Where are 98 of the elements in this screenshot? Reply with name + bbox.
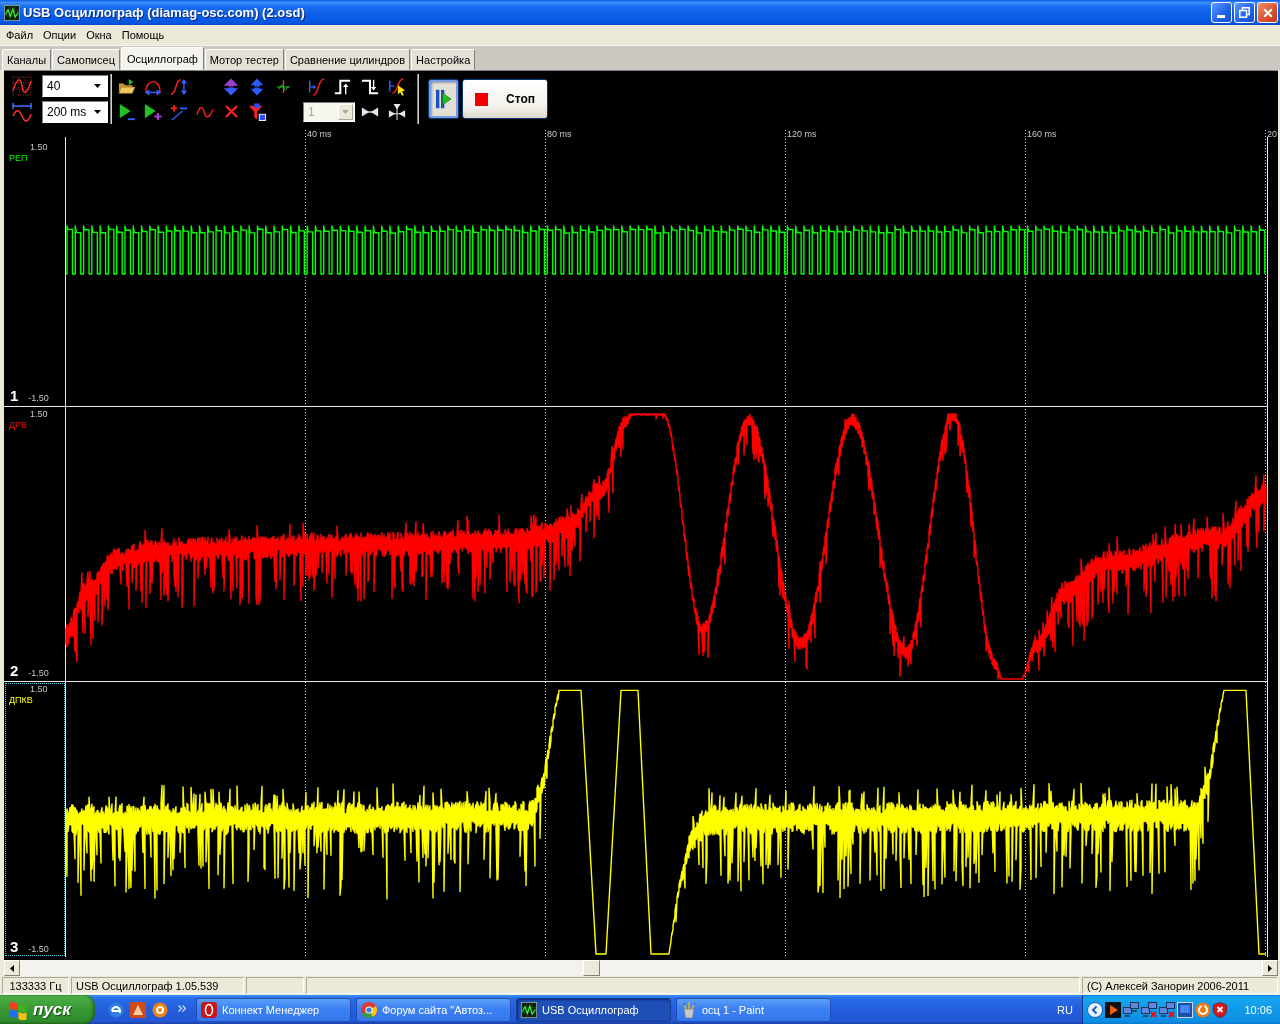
tab[interactable]: Каналы xyxy=(2,49,52,70)
scroll-right-button[interactable] xyxy=(1262,960,1278,976)
scale-min-label: -1.50 xyxy=(28,393,49,403)
restore-icon xyxy=(1239,7,1250,18)
curve-marker-icon[interactable] xyxy=(306,77,325,96)
window-title: USB Осциллограф (diamag-osc.com) (2.osd) xyxy=(23,5,305,20)
scale-min-label: -1.50 xyxy=(28,944,49,954)
stop-button[interactable]: Стоп xyxy=(462,79,548,119)
minimize-button[interactable] xyxy=(1211,2,1232,23)
tab[interactable]: Мотор тестер xyxy=(204,49,284,70)
arrow-left-icon xyxy=(10,964,14,972)
scope-window-icon xyxy=(521,1001,537,1018)
chevron-circle-icon[interactable] xyxy=(1087,1001,1103,1018)
rising-edge-icon[interactable] xyxy=(333,77,352,96)
chevron-icon[interactable] xyxy=(178,1004,186,1012)
channel-number: 2 xyxy=(10,663,19,678)
tab[interactable]: Самописец xyxy=(52,49,120,70)
taskbar-button[interactable]: осц 1 - Paint xyxy=(676,997,831,1022)
shield-icon[interactable] xyxy=(1213,1001,1227,1018)
time-label: 120 ms xyxy=(787,129,817,139)
status-pane xyxy=(246,977,304,994)
taskbar-button[interactable]: USB Осциллограф xyxy=(516,997,671,1022)
windows-flag-icon xyxy=(8,999,28,1020)
taskbar-button[interactable]: Форум сайта "Автоз... xyxy=(356,997,511,1022)
menu-item[interactable]: Файл xyxy=(1,27,39,43)
start-button[interactable]: пуск xyxy=(0,995,95,1024)
scale-max-label: 1.50 xyxy=(30,142,48,152)
channel-name: РЕП xyxy=(9,153,28,163)
play-add-icon[interactable] xyxy=(144,102,162,121)
menu-item[interactable]: Окна xyxy=(81,27,117,43)
tab[interactable]: Осциллограф xyxy=(120,47,204,70)
caret-icon xyxy=(342,109,349,114)
channel-number: 1 xyxy=(10,388,19,403)
tab[interactable]: Сравнение цилиндров xyxy=(284,49,411,70)
language-indicator[interactable]: RU xyxy=(1057,1003,1073,1016)
channel-label-panel[interactable]: 1.50 ДПКВ 3 -1.50 xyxy=(5,683,65,956)
menu-item[interactable]: Помощь xyxy=(116,27,170,43)
monitor-icon[interactable] xyxy=(1177,1001,1193,1018)
frequency-readout: 133333 Гц xyxy=(2,977,69,994)
time-label: 40 ms xyxy=(307,129,332,139)
paint-cup-icon xyxy=(681,1001,697,1018)
circle-logo-icon xyxy=(361,1001,377,1018)
crosshair-icon[interactable] xyxy=(276,80,290,93)
taskbar-button[interactable]: Коннект Менеджер xyxy=(196,997,351,1022)
amplitude-grid-icon[interactable] xyxy=(12,76,32,96)
version-label: USB Осциллограф 1.05.539 xyxy=(71,977,244,994)
scale-max-label: 1.50 xyxy=(30,684,48,694)
amplitude-measure-icon[interactable] xyxy=(170,77,188,96)
scale-max-label: 1.50 xyxy=(30,409,48,419)
time-label: 20 xyxy=(1267,129,1277,139)
minimize-icon xyxy=(1217,15,1225,18)
curve-pointer-icon[interactable] xyxy=(387,77,406,96)
network-error-icon[interactable] xyxy=(1159,1001,1175,1018)
caret-icon xyxy=(94,110,101,114)
run-button[interactable] xyxy=(428,79,459,119)
compress-arrows-icon[interactable] xyxy=(387,102,406,121)
close-button[interactable] xyxy=(1257,2,1278,23)
restore-button[interactable] xyxy=(1234,2,1255,23)
channel-name: ДПКВ xyxy=(9,695,33,705)
stop-square-icon xyxy=(475,92,488,106)
play-icon[interactable] xyxy=(118,102,136,121)
scroll-left-button[interactable] xyxy=(4,960,20,976)
pause-play-icon xyxy=(435,89,452,109)
scope-window-icon xyxy=(4,4,20,21)
play-tile-icon[interactable] xyxy=(1105,1001,1121,1018)
channel-number: 3 xyxy=(10,939,19,954)
ring-tile-icon xyxy=(201,1001,217,1018)
delete-icon[interactable] xyxy=(224,105,238,118)
timebase-dropdown[interactable]: 200 ms xyxy=(42,101,108,123)
caret-icon xyxy=(94,84,101,88)
tab[interactable]: Настройка xyxy=(411,49,476,70)
menu-item[interactable]: Опции xyxy=(38,27,82,43)
vertical-shift-icon[interactable] xyxy=(248,77,266,96)
close-icon xyxy=(1262,7,1273,18)
amplitude-dropdown[interactable]: 40 xyxy=(42,75,108,97)
funnel-icon[interactable] xyxy=(248,102,266,121)
falling-edge-icon[interactable] xyxy=(360,77,379,96)
orb-icon[interactable] xyxy=(152,1001,168,1018)
open-folder-icon[interactable] xyxy=(118,77,136,96)
time-label: 80 ms xyxy=(547,129,572,139)
time-label: 160 ms xyxy=(1027,129,1057,139)
scale-min-label: -1.50 xyxy=(28,668,49,678)
scrollbar-thumb[interactable] xyxy=(583,960,600,976)
swirl-icon[interactable] xyxy=(108,1001,124,1018)
clock: 10:06 xyxy=(1244,1003,1272,1016)
channel-label-panel[interactable]: 1.50 ДРВ 2 -1.50 xyxy=(5,408,65,680)
vertical-arrows-icon[interactable] xyxy=(222,77,240,96)
ring-icon[interactable] xyxy=(1195,1001,1211,1018)
network-icon[interactable] xyxy=(1123,1001,1139,1018)
channel-name: ДРВ xyxy=(9,420,28,430)
timebase-icon[interactable] xyxy=(12,102,32,122)
channel-label-panel[interactable]: 1.50 РЕП 1 -1.50 xyxy=(5,141,65,405)
copyright-label: (C) Алексей Занорин 2006-2011 xyxy=(1082,977,1278,994)
horizontal-scrollbar[interactable] xyxy=(4,960,1278,976)
plus-minus-icon[interactable] xyxy=(170,102,188,121)
triangle-tile-icon[interactable] xyxy=(130,1001,146,1018)
network-error-icon[interactable] xyxy=(1141,1001,1157,1018)
arrow-right-icon xyxy=(1268,964,1272,972)
